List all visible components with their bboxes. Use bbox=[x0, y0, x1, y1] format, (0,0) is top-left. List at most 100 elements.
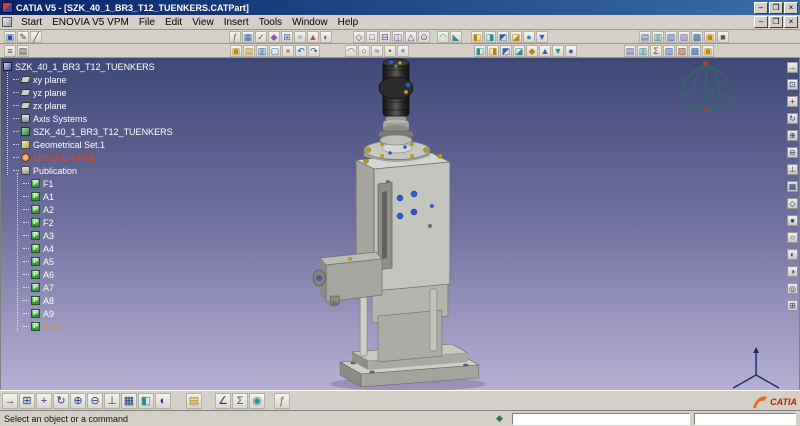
line-icon[interactable]: ╱ bbox=[30, 30, 42, 43]
relations-icon[interactable]: ≈ bbox=[294, 30, 306, 43]
fillet-icon[interactable]: ◠ bbox=[437, 30, 449, 43]
pad-icon[interactable]: □ bbox=[366, 30, 378, 43]
tree-item-a7[interactable]: P A7 bbox=[3, 281, 173, 294]
knowledge-formula-icon[interactable]: ƒ bbox=[274, 392, 290, 409]
rotate-body-icon[interactable]: ▥ bbox=[652, 30, 664, 43]
measure-icon[interactable]: ∠ bbox=[215, 392, 231, 409]
pencil-icon[interactable]: ✎ bbox=[17, 30, 29, 43]
tree-item-a2[interactable]: P A2 bbox=[3, 203, 173, 216]
menu-file[interactable]: File bbox=[134, 17, 160, 28]
half-cube-icon[interactable]: ◩ bbox=[497, 30, 509, 43]
magnifier-icon[interactable]: ◎ bbox=[787, 283, 798, 294]
minimize-button[interactable]: – bbox=[754, 1, 768, 14]
tree-item-publication[interactable]: Publication bbox=[3, 164, 173, 177]
swap-visible-icon[interactable]: ◑ bbox=[787, 266, 798, 277]
pan-icon[interactable]: + bbox=[787, 96, 798, 107]
tree-item-a8[interactable]: P A8 bbox=[3, 294, 173, 307]
minimize-button[interactable]: – bbox=[754, 16, 768, 28]
top-view-icon[interactable]: ▼ bbox=[552, 44, 564, 57]
value-input[interactable] bbox=[694, 412, 796, 425]
tree-item-a5[interactable]: P A5 bbox=[3, 255, 173, 268]
tree-item-a9[interactable]: P A9 bbox=[3, 307, 173, 320]
menu-tools[interactable]: Tools bbox=[254, 17, 287, 28]
hidden-line-icon[interactable]: ◪ bbox=[513, 44, 525, 57]
spline-icon[interactable]: ≈ bbox=[371, 44, 383, 57]
tree-item-f1[interactable]: P F1 bbox=[3, 177, 173, 190]
constraints-icon[interactable]: ◐ bbox=[320, 30, 332, 43]
tree-item-f2[interactable]: P F2 bbox=[3, 216, 173, 229]
point-icon[interactable]: • bbox=[384, 44, 396, 57]
quarter-cube-icon[interactable]: ◪ bbox=[510, 30, 522, 43]
wireframe-mode-icon[interactable]: ○ bbox=[787, 232, 798, 243]
normal-view-icon[interactable]: ⊥ bbox=[787, 164, 798, 175]
paste-special-icon[interactable]: ▥ bbox=[256, 44, 268, 57]
tree-item-xy-plane[interactable]: xy plane bbox=[3, 73, 173, 86]
catalog-browser-icon[interactable]: ▤ bbox=[186, 392, 202, 409]
circle-icon[interactable]: ○ bbox=[358, 44, 370, 57]
hide-show-icon[interactable]: ◐ bbox=[155, 392, 171, 409]
symmetry-icon[interactable]: ▧ bbox=[665, 30, 677, 43]
axis-icon[interactable]: + bbox=[397, 44, 409, 57]
open-catalog-icon[interactable]: ▣ bbox=[230, 44, 242, 57]
menu-insert[interactable]: Insert bbox=[219, 17, 254, 28]
measure-item-icon[interactable]: ▥ bbox=[637, 44, 649, 57]
maximize-button[interactable]: ❐ bbox=[769, 16, 783, 28]
pocket-icon[interactable]: ⊟ bbox=[379, 30, 391, 43]
profile-icon[interactable]: ◠ bbox=[345, 44, 357, 57]
pan-icon[interactable]: + bbox=[36, 392, 52, 409]
tree-item-a10[interactable]: P A10 bbox=[3, 320, 173, 333]
tree-item-szk-40-1-br3-t12-tuenkers[interactable]: SZK_40_1_BR3_T12_TUENKERS bbox=[3, 60, 173, 73]
full-screen-icon[interactable]: ⊞ bbox=[787, 300, 798, 311]
quick-shading-icon[interactable]: ◧ bbox=[138, 392, 154, 409]
rib-icon[interactable]: △ bbox=[405, 30, 417, 43]
wireframe-icon[interactable]: ◩ bbox=[500, 44, 512, 57]
multi-view-icon[interactable]: ▦ bbox=[787, 181, 798, 192]
normal-view-icon[interactable]: ⊥ bbox=[104, 392, 120, 409]
pattern-icon[interactable]: ▩ bbox=[691, 30, 703, 43]
zoom-in-icon[interactable]: ⊕ bbox=[787, 130, 798, 141]
mirror-icon[interactable]: ▨ bbox=[678, 30, 690, 43]
zoom-out-icon[interactable]: ⊖ bbox=[787, 147, 798, 158]
catalog-icon[interactable]: ⊞ bbox=[281, 30, 293, 43]
menu-window[interactable]: Window bbox=[287, 17, 333, 28]
cut-icon[interactable]: × bbox=[282, 44, 294, 57]
measure-between-icon[interactable]: ▤ bbox=[624, 44, 636, 57]
knowledge-icon[interactable]: ◆ bbox=[268, 30, 280, 43]
rotate-icon[interactable]: ↻ bbox=[53, 392, 69, 409]
redo-icon[interactable]: ↷ bbox=[308, 44, 320, 57]
tree-item-szk-40-1-br3-t12-tuenkers[interactable]: SZK_40_1_BR3_T12_TUENKERS bbox=[3, 125, 173, 138]
menu-view[interactable]: View bbox=[187, 17, 219, 28]
menu-help[interactable]: Help bbox=[333, 17, 364, 28]
viewport-3d[interactable]: SZK_40_1_BR3_T12_TUENKERS xy plane yz plan… bbox=[0, 58, 800, 390]
tree-item-mischdichte[interactable]: MISCHDICHTE bbox=[3, 151, 173, 164]
cone-icon[interactable]: ▼ bbox=[536, 30, 548, 43]
mass-icon[interactable]: Σ bbox=[232, 392, 248, 409]
menu-edit[interactable]: Edit bbox=[160, 17, 187, 28]
tree-item-geometrical-set-1[interactable]: Geometrical Set.1 bbox=[3, 138, 173, 151]
maximize-button[interactable]: ❐ bbox=[769, 1, 783, 14]
mass-library-icon[interactable]: ▤ bbox=[243, 44, 255, 57]
tree-item-axis-systems[interactable]: Axis Systems bbox=[3, 112, 173, 125]
slot-icon[interactable]: ◫ bbox=[392, 30, 404, 43]
scale-body-icon[interactable]: ▣ bbox=[704, 30, 716, 43]
formula-icon[interactable]: ƒ bbox=[229, 30, 241, 43]
chamfer-icon[interactable]: ◣ bbox=[450, 30, 462, 43]
check-icon[interactable]: ✓ bbox=[255, 30, 267, 43]
shading-edges-icon[interactable]: ◨ bbox=[487, 44, 499, 57]
tree-item-a3[interactable]: P A3 bbox=[3, 229, 173, 242]
clash-icon[interactable]: ▨ bbox=[676, 44, 688, 57]
zoom-out-icon[interactable]: ⊖ bbox=[87, 392, 103, 409]
multi-view-icon[interactable]: ▦ bbox=[121, 392, 137, 409]
boolean-icon[interactable]: ■ bbox=[717, 30, 729, 43]
annotation-icon[interactable]: ▣ bbox=[702, 44, 714, 57]
iso-view-icon[interactable]: ◇ bbox=[787, 198, 798, 209]
tree-item-a6[interactable]: P A6 bbox=[3, 268, 173, 281]
mass-properties-icon[interactable]: Σ bbox=[650, 44, 662, 57]
fly-icon[interactable]: → bbox=[787, 62, 798, 73]
fit-all-icon[interactable]: ⊡ bbox=[787, 79, 798, 90]
sketch-icon[interactable]: ◇ bbox=[353, 30, 365, 43]
tree-item-yz-plane[interactable]: yz plane bbox=[3, 86, 173, 99]
translate-icon[interactable]: ▤ bbox=[639, 30, 651, 43]
wire-cube-icon[interactable]: ◨ bbox=[484, 30, 496, 43]
shading-icon[interactable]: ◧ bbox=[474, 44, 486, 57]
